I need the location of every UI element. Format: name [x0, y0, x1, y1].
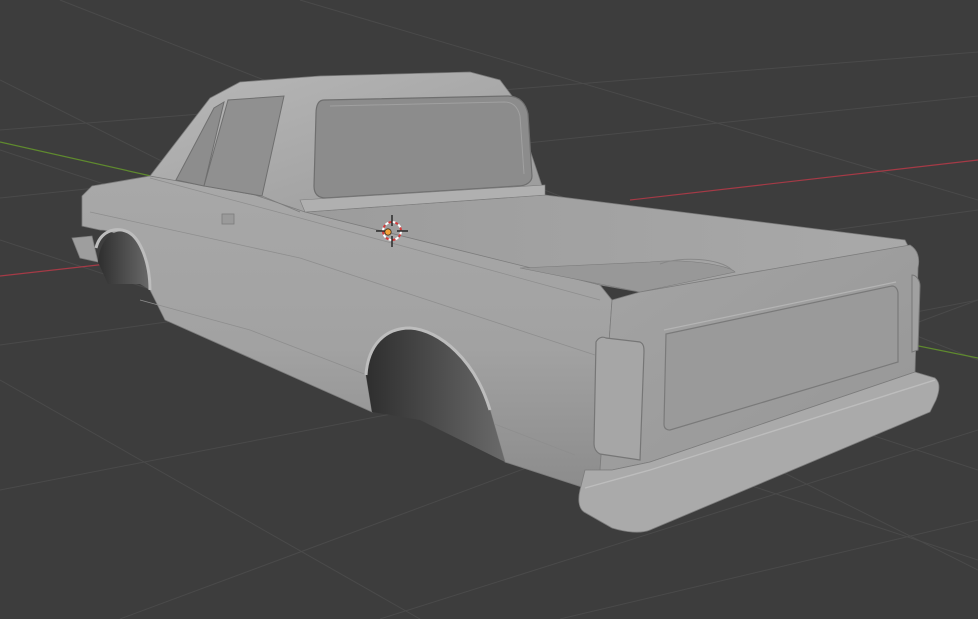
door-handle: [221, 213, 235, 225]
truck-model[interactable]: [71, 71, 940, 533]
object-origin-dot: [384, 228, 392, 236]
taillight: [593, 336, 645, 461]
rear-window: [313, 95, 533, 199]
viewport-canvas[interactable]: [0, 0, 978, 619]
3d-viewport[interactable]: [0, 0, 978, 619]
